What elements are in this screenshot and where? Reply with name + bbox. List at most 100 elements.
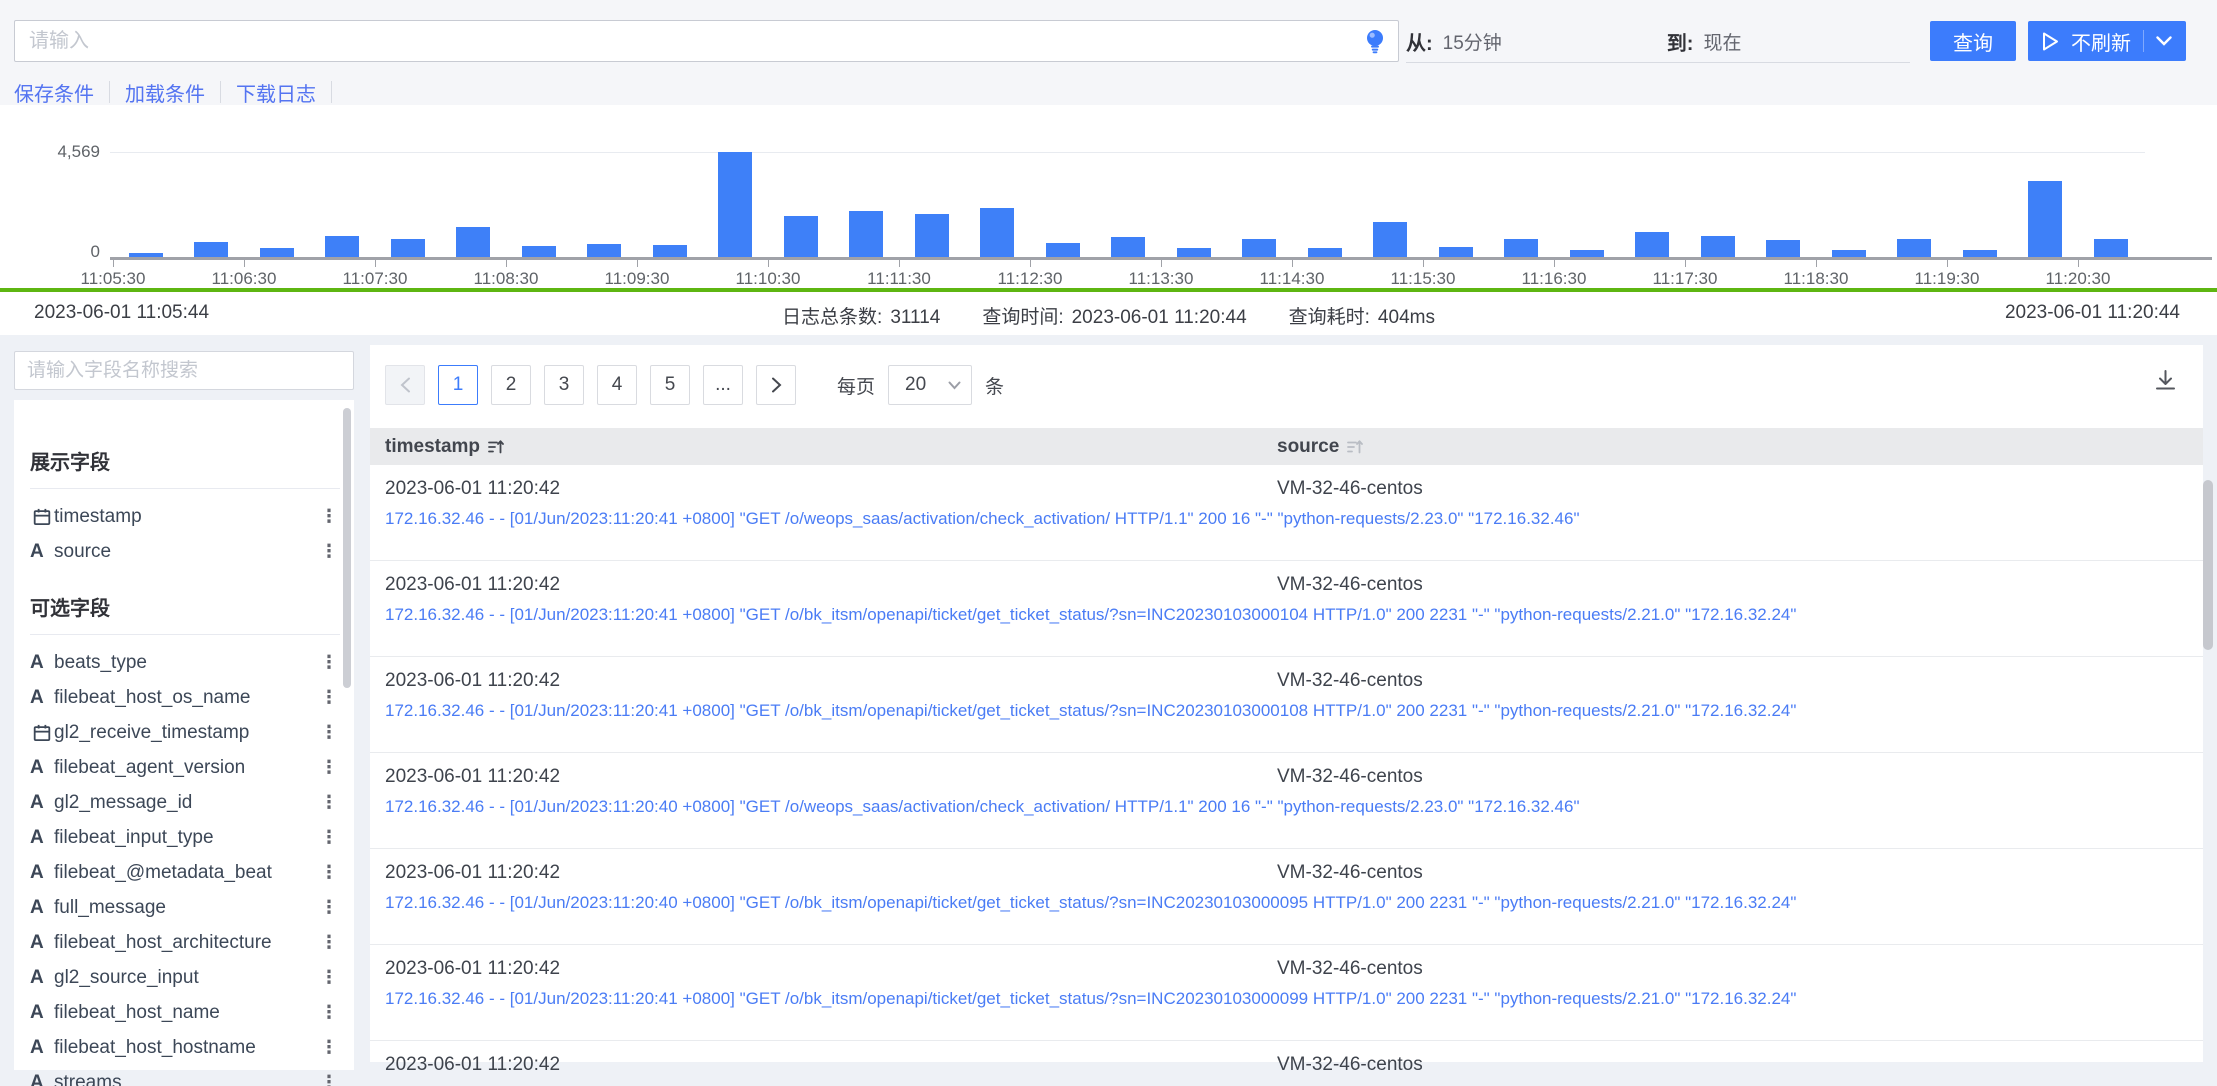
field-kebab-menu-icon[interactable]: ⋮ bbox=[318, 792, 340, 813]
download-log-link[interactable]: 下载日志 bbox=[236, 78, 316, 107]
text-field-icon: A bbox=[30, 897, 54, 919]
sort-icon[interactable] bbox=[488, 439, 504, 455]
query-button[interactable]: 查询 bbox=[1930, 21, 2016, 61]
field-kebab-menu-icon[interactable]: ⋮ bbox=[318, 897, 340, 918]
field-kebab-menu-icon[interactable]: ⋮ bbox=[318, 827, 340, 848]
query-hint-bulb-icon[interactable] bbox=[1358, 26, 1392, 56]
field-kebab-menu-icon[interactable]: ⋮ bbox=[318, 1002, 340, 1023]
log-table-row[interactable]: 2023-06-01 11:20:42VM-32-46-centos172.16… bbox=[370, 657, 2203, 753]
column-header-source[interactable]: source bbox=[1277, 436, 2203, 458]
field-kebab-menu-icon[interactable]: ⋮ bbox=[318, 757, 340, 778]
field-name: gl2_source_input bbox=[54, 967, 318, 989]
log-table-row[interactable]: 2023-06-01 11:20:42VM-32-46-centos172.16… bbox=[370, 465, 2203, 561]
query-time: 查询时间:2023-06-01 11:20:44 bbox=[982, 302, 1246, 329]
button-separator bbox=[2143, 30, 2144, 52]
x-tick-mark bbox=[1816, 260, 1817, 267]
field-search-input[interactable] bbox=[14, 351, 354, 390]
log-table-row[interactable]: 2023-06-01 11:20:42VM-32-46-centos172.16… bbox=[370, 753, 2203, 849]
row-timestamp: 2023-06-01 11:20:42 bbox=[385, 958, 1277, 980]
chart-bar bbox=[784, 216, 818, 257]
page-scrollbar[interactable] bbox=[2203, 480, 2213, 650]
field-item-filebeat_input_type[interactable]: Afilebeat_input_type⋮ bbox=[30, 820, 340, 855]
field-item-filebeat_host_hostname[interactable]: Afilebeat_host_hostname⋮ bbox=[30, 1030, 340, 1065]
field-kebab-menu-icon[interactable]: ⋮ bbox=[318, 652, 340, 673]
page-button-2[interactable]: 2 bbox=[491, 365, 531, 405]
page-button-3[interactable]: 3 bbox=[544, 365, 584, 405]
page-button-5[interactable]: 5 bbox=[650, 365, 690, 405]
to-value[interactable]: 现在 bbox=[1703, 28, 1741, 55]
field-item-filebeat_host_architecture[interactable]: Afilebeat_host_architecture⋮ bbox=[30, 925, 340, 960]
page-button-1[interactable]: 1 bbox=[438, 365, 478, 405]
field-name: streams bbox=[54, 1072, 318, 1086]
field-item-filebeat_@metadata_beat[interactable]: Afilebeat_@metadata_beat⋮ bbox=[30, 855, 340, 890]
next-page-button[interactable] bbox=[756, 365, 796, 405]
field-item-filebeat_host_os_name[interactable]: Afilebeat_host_os_name⋮ bbox=[30, 680, 340, 715]
field-kebab-menu-icon[interactable]: ⋮ bbox=[318, 862, 340, 883]
optional-fields-list: Abeats_type⋮Afilebeat_host_os_name⋮gl2_r… bbox=[30, 645, 340, 1086]
x-tick-label: 11:13:30 bbox=[1101, 269, 1221, 289]
chart-bar bbox=[1766, 240, 1800, 257]
field-kebab-menu-icon[interactable]: ⋮ bbox=[318, 506, 340, 527]
field-item-timestamp[interactable]: timestamp⋮ bbox=[30, 499, 340, 534]
field-item-source[interactable]: Asource⋮ bbox=[30, 534, 340, 569]
row-log-message[interactable]: 172.16.32.46 - - [01/Jun/2023:11:20:41 +… bbox=[385, 701, 2203, 721]
field-item-filebeat_agent_version[interactable]: Afilebeat_agent_version⋮ bbox=[30, 750, 340, 785]
chevron-right-icon bbox=[771, 377, 782, 393]
field-item-full_message[interactable]: Afull_message⋮ bbox=[30, 890, 340, 925]
field-item-gl2_source_input[interactable]: Agl2_source_input⋮ bbox=[30, 960, 340, 995]
page-button-4[interactable]: 4 bbox=[597, 365, 637, 405]
row-log-message[interactable]: 172.16.32.46 - - [01/Jun/2023:11:20:40 +… bbox=[385, 797, 2203, 817]
x-tick-mark bbox=[113, 260, 114, 267]
chart-bar bbox=[456, 227, 490, 257]
row-log-message[interactable]: 172.16.32.46 - - [01/Jun/2023:11:20:41 +… bbox=[385, 989, 2203, 1009]
display-fields-list: timestamp⋮Asource⋮ bbox=[30, 499, 340, 569]
field-kebab-menu-icon[interactable]: ⋮ bbox=[318, 1072, 340, 1086]
row-log-message[interactable]: 172.16.32.46 - - [01/Jun/2023:11:20:41 +… bbox=[385, 605, 2203, 625]
row-log-message[interactable]: 172.16.32.46 - - [01/Jun/2023:11:20:41 +… bbox=[385, 509, 2203, 529]
log-table-row[interactable]: 2023-06-01 11:20:42VM-32-46-centos172.16… bbox=[370, 849, 2203, 945]
chart-bar bbox=[915, 214, 949, 257]
more-pages-button[interactable]: ... bbox=[703, 365, 743, 405]
log-table-row[interactable]: 2023-06-01 11:20:42VM-32-46-centos172.16… bbox=[370, 561, 2203, 657]
per-page-select[interactable]: 20 bbox=[888, 365, 972, 405]
field-kebab-menu-icon[interactable]: ⋮ bbox=[318, 967, 340, 988]
sort-icon[interactable] bbox=[1347, 439, 1363, 455]
chart-bar bbox=[1242, 239, 1276, 257]
load-condition-link[interactable]: 加载条件 bbox=[125, 78, 205, 107]
log-histogram-chart[interactable]: 4,569 0 11:05:3011:06:3011:07:3011:08:30… bbox=[0, 105, 2217, 288]
refresh-mode-button[interactable]: 不刷新 bbox=[2028, 21, 2186, 61]
field-kebab-menu-icon[interactable]: ⋮ bbox=[318, 687, 340, 708]
chart-bar bbox=[2094, 239, 2128, 257]
row-source: VM-32-46-centos bbox=[1277, 478, 2203, 500]
text-field-icon: A bbox=[30, 1002, 54, 1024]
download-icon[interactable] bbox=[2154, 369, 2177, 397]
column-header-timestamp[interactable]: timestamp bbox=[385, 436, 1277, 458]
field-item-gl2_message_id[interactable]: Agl2_message_id⋮ bbox=[30, 785, 340, 820]
text-field-icon: A bbox=[30, 1037, 54, 1059]
chevron-down-icon[interactable] bbox=[2156, 36, 2172, 46]
log-table-row[interactable]: 2023-06-01 11:20:42VM-32-46-centos172.16… bbox=[370, 945, 2203, 1041]
field-item-streams[interactable]: Astreams⋮ bbox=[30, 1065, 340, 1086]
save-condition-link[interactable]: 保存条件 bbox=[14, 78, 94, 107]
chart-bar bbox=[849, 211, 883, 257]
row-log-message[interactable]: 172.16.32.46 - - [01/Jun/2023:11:20:40 +… bbox=[385, 893, 2203, 913]
text-field-icon: A bbox=[30, 862, 54, 884]
log-table-row[interactable]: 2023-06-01 11:20:42VM-32-46-centos172.16… bbox=[370, 1041, 2203, 1086]
from-value[interactable]: 15分钟 bbox=[1443, 28, 1502, 55]
x-tick-label: 11:10:30 bbox=[708, 269, 828, 289]
display-fields-title: 展示字段 bbox=[30, 446, 340, 489]
total-count: 日志总条数:31114 bbox=[782, 302, 940, 329]
text-field-icon: A bbox=[30, 1072, 54, 1086]
prev-page-button[interactable] bbox=[385, 365, 425, 405]
field-kebab-menu-icon[interactable]: ⋮ bbox=[318, 541, 340, 562]
field-name: filebeat_input_type bbox=[54, 827, 318, 849]
sidebar-scrollbar[interactable] bbox=[343, 408, 351, 688]
field-item-beats_type[interactable]: Abeats_type⋮ bbox=[30, 645, 340, 680]
field-item-gl2_receive_timestamp[interactable]: gl2_receive_timestamp⋮ bbox=[30, 715, 340, 750]
divider bbox=[109, 81, 110, 103]
search-input[interactable] bbox=[14, 20, 1399, 62]
field-item-filebeat_host_name[interactable]: Afilebeat_host_name⋮ bbox=[30, 995, 340, 1030]
field-kebab-menu-icon[interactable]: ⋮ bbox=[318, 1037, 340, 1058]
field-kebab-menu-icon[interactable]: ⋮ bbox=[318, 932, 340, 953]
field-kebab-menu-icon[interactable]: ⋮ bbox=[318, 722, 340, 743]
